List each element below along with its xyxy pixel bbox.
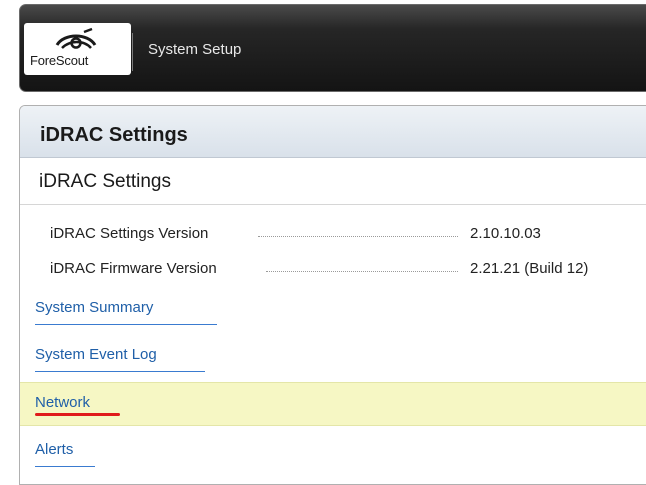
forescout-logo: ForeScout — [24, 23, 131, 75]
link-underline — [35, 371, 205, 372]
info-label: iDRAC Settings Version — [50, 225, 209, 242]
header-divider — [132, 33, 133, 71]
header-bar: ForeScout System Setup — [19, 4, 646, 92]
panel-title: iDRAC Settings — [40, 124, 188, 146]
info-label: iDRAC Firmware Version — [50, 260, 217, 277]
menu-item-alerts[interactable]: Alerts — [20, 432, 646, 472]
info-value: 2.21.21 (Build 12) — [470, 260, 589, 277]
info-row-firmware-version: iDRAC Firmware Version 2.21.21 (Build 12… — [50, 260, 610, 282]
info-row-settings-version: iDRAC Settings Version 2.10.10.03 — [50, 225, 610, 247]
heading-divider — [20, 204, 646, 205]
highlight-annotation-underline — [35, 413, 120, 416]
eye-logo-icon — [55, 27, 97, 49]
menu-item-label[interactable]: System Summary — [35, 299, 153, 316]
info-value: 2.10.10.03 — [470, 225, 541, 242]
page-heading: iDRAC Settings — [39, 171, 171, 192]
app-title: System Setup — [148, 41, 242, 58]
dotted-leader — [266, 271, 458, 272]
dotted-leader — [258, 236, 458, 237]
logo-text: ForeScout — [30, 53, 89, 68]
menu-item-system-summary[interactable]: System Summary — [20, 290, 646, 330]
settings-panel: iDRAC Settings iDRAC Settings iDRAC Sett… — [19, 105, 646, 485]
menu-item-label[interactable]: Alerts — [35, 441, 73, 458]
menu-item-label[interactable]: System Event Log — [35, 346, 157, 363]
link-underline — [35, 324, 217, 325]
menu-item-network[interactable]: Network — [20, 382, 646, 426]
menu-item-label[interactable]: Network — [35, 394, 90, 411]
panel-title-bar: iDRAC Settings — [20, 106, 646, 158]
menu-item-system-event-log[interactable]: System Event Log — [20, 337, 646, 377]
